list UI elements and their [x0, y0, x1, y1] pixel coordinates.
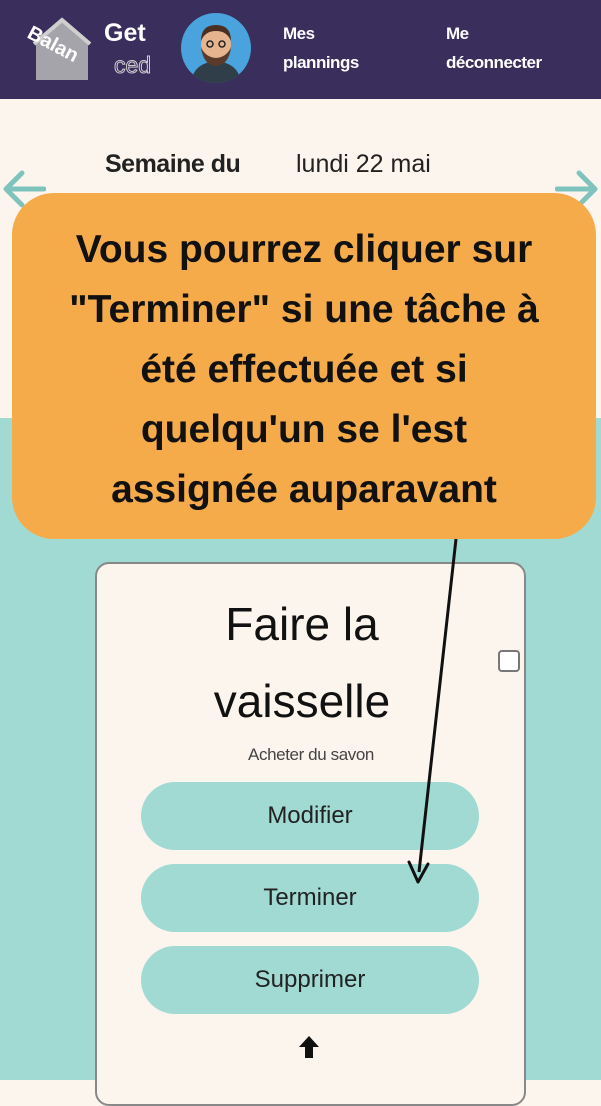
nav-logout-line1: Me [446, 24, 469, 43]
callout-line: "Terminer" si une tâche à [69, 288, 539, 331]
collapse-arrow-icon[interactable] [297, 1034, 321, 1060]
week-label: Semaine du [105, 150, 241, 178]
nav-mes-plannings-line2: plannings [283, 53, 359, 72]
week-value: lundi 22 mai [296, 150, 431, 178]
nav-mes-plannings-line1: Mes [283, 24, 315, 43]
task-title-line1: Faire la [225, 598, 379, 650]
callout-line: assignée auparavant [111, 468, 497, 511]
task-title: Faire la vaisselle [97, 586, 507, 740]
callout-line: Vous pourrez cliquer sur [75, 228, 533, 271]
delete-button[interactable]: Supprimer [141, 946, 479, 1014]
week-selector: Semaine du lundi 22 mai [0, 146, 601, 186]
task-done-checkbox[interactable] [498, 650, 520, 672]
task-title-line2: vaisselle [213, 675, 391, 727]
app-logo[interactable]: Balan Get ced [24, 12, 160, 88]
modify-button[interactable]: Modifier [141, 782, 479, 850]
tutorial-callout: Vous pourrez cliquer sur "Terminer" si u… [12, 193, 596, 539]
finish-button[interactable]: Terminer [141, 864, 479, 932]
callout-line: quelqu'un se l'est [140, 408, 468, 451]
task-card: Faire la vaisselle Acheter du savon Modi… [95, 562, 526, 1106]
nav-logout-line2: déconnecter [446, 53, 542, 72]
nav-mes-plannings[interactable]: Mes plannings [283, 19, 359, 77]
callout-line: été effectuée et si [140, 348, 468, 391]
nav-logout[interactable]: Me déconnecter [446, 19, 542, 77]
user-avatar-icon[interactable] [181, 13, 251, 83]
logo-word-get: Get [104, 19, 146, 47]
task-description: Acheter du savon [248, 745, 374, 764]
logo-word-ced: ced [113, 52, 152, 79]
callout-text: Vous pourrez cliquer sur "Terminer" si u… [12, 220, 596, 520]
top-header: Balan Get ced Mes plannings Me déconnect… [0, 0, 601, 99]
